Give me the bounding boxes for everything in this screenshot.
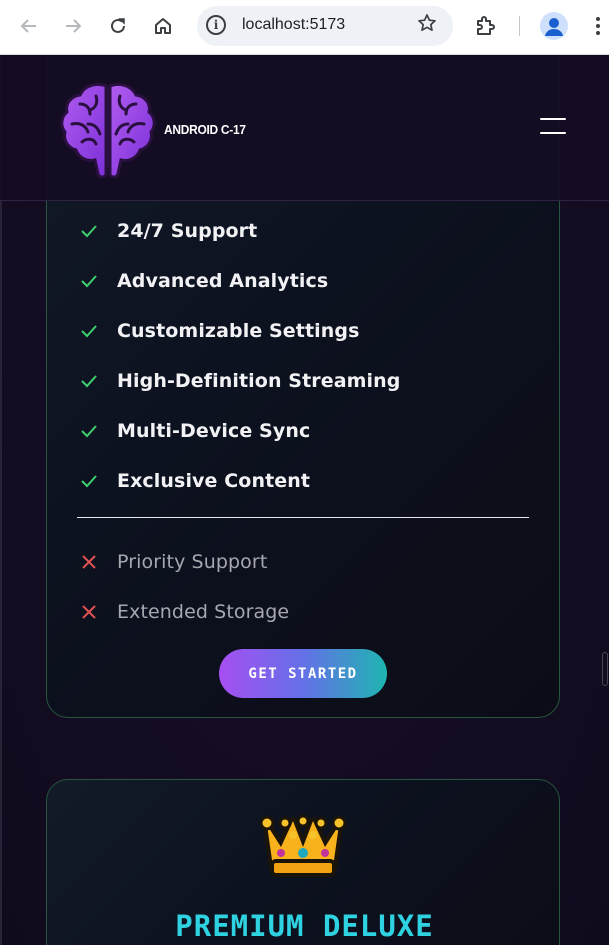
url-text: localhost:5173 <box>242 16 346 33</box>
feature-included: 24/7 Support <box>78 216 257 246</box>
feature-label: Advanced Analytics <box>117 270 329 292</box>
arrow-left-icon <box>20 19 36 33</box>
get-started-button[interactable]: GET STARTED <box>219 649 387 698</box>
crown-icon <box>259 811 347 883</box>
check-icon <box>78 470 100 492</box>
profile-icon[interactable] <box>540 12 568 40</box>
check-icon <box>78 320 100 342</box>
feature-label: Exclusive Content <box>117 470 311 492</box>
check-icon <box>78 270 100 292</box>
plan-title: PREMIUM DELUXE <box>175 909 434 943</box>
reload-button[interactable] <box>104 12 132 40</box>
star-icon[interactable] <box>417 13 437 38</box>
feature-label: High-Definition Streaming <box>117 370 401 392</box>
forward-button[interactable] <box>59 12 87 40</box>
feature-label: Priority Support <box>117 551 268 573</box>
site-navbar: ANDROID C-17 <box>0 56 609 201</box>
feature-label: Extended Storage <box>117 601 290 623</box>
feature-excluded: Priority Support <box>78 547 267 577</box>
feature-included: Multi-Device Sync <box>78 416 310 446</box>
puzzle-icon[interactable] <box>474 14 498 38</box>
brand-name[interactable]: ANDROID C-17 <box>164 122 246 137</box>
feature-included: Customizable Settings <box>78 316 360 346</box>
check-icon <box>78 370 100 392</box>
feature-included: Exclusive Content <box>78 466 310 496</box>
kebab-menu-icon[interactable] <box>588 14 608 38</box>
cross-icon <box>78 601 100 623</box>
hamburger-icon[interactable] <box>540 118 566 136</box>
toolbar-divider <box>519 16 520 36</box>
home-icon <box>155 18 171 34</box>
home-button[interactable] <box>149 12 177 40</box>
reload-icon <box>111 18 125 33</box>
feature-label: Multi-Device Sync <box>117 420 311 442</box>
address-bar[interactable]: i localhost:5173 <box>197 6 453 46</box>
brain-logo-icon[interactable] <box>60 80 156 179</box>
site-info-icon[interactable]: i <box>206 15 226 35</box>
feature-divider <box>77 517 529 518</box>
check-icon <box>78 420 100 442</box>
cross-icon <box>78 551 100 573</box>
scrollbar-thumb[interactable] <box>602 652 608 686</box>
page-viewport: 24/7 Support Advanced Analytics Customiz… <box>0 56 609 945</box>
feature-label: 24/7 Support <box>117 220 258 242</box>
feature-included: High-Definition Streaming <box>78 366 400 396</box>
browser-toolbar: i localhost:5173 <box>0 0 609 55</box>
back-button[interactable] <box>15 12 43 40</box>
check-icon <box>78 220 100 242</box>
feature-label: Customizable Settings <box>117 320 360 342</box>
arrow-right-icon <box>66 19 82 33</box>
feature-excluded: Extended Storage <box>78 597 289 627</box>
feature-included: Advanced Analytics <box>78 266 328 296</box>
